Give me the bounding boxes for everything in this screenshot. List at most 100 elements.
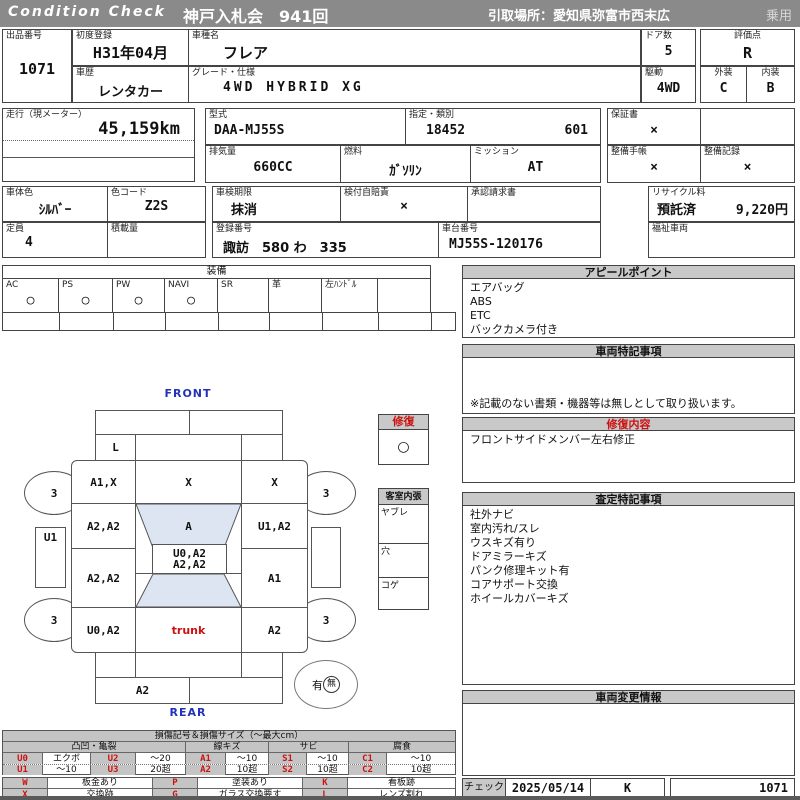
auction-title: 神戸入札会 941回 (183, 7, 329, 26)
vehicle-notes-box: ※記載のない書類・機器等は無しとして取り扱います。 (462, 357, 795, 414)
legend-group-row: 凸凹・亀裂 線キズ サビ 腐食 (3, 742, 455, 753)
appeal-item: ABS (470, 295, 492, 308)
legend-row-1: U0 エクボ U2 ～20 A1 ～10 S1 ～10 C1 ～10 (3, 753, 455, 764)
field-maintenance-book: 整備手帳 × (607, 145, 701, 183)
field-chassis-number: 車台番号 MJ55S-120176 (438, 222, 601, 258)
check-inspector: K (623, 780, 632, 795)
repair-details-box: フロントサイドメンバー左右修正 (462, 430, 795, 483)
assessment-item: ホイールカバーキズ (470, 592, 569, 605)
quarter-left: U0,A2 (71, 607, 136, 653)
field-liability-insurance: 検付自賠責 × (340, 186, 468, 222)
field-approval-request: 承認請求書 (467, 186, 601, 222)
legend-row-2: U1 ～10 U3 20超 A2 10超 S2 10超 C2 10超 (3, 764, 455, 775)
check-box: 2025/05/14 K (505, 778, 665, 797)
equipment-ac: AC ○ (2, 278, 59, 313)
repair-box-value: ○ (378, 429, 429, 465)
field-grade: グレード・仕様 4WD HYBRID XG (188, 66, 641, 103)
change-info-header: 車両変更情報 (462, 690, 795, 704)
cowl-left: L (95, 434, 136, 461)
field-registration-number: 登録番号 諏訪 580 わ 335 (212, 222, 439, 258)
field-color-code: 色コード Z2S (107, 186, 206, 222)
auction-condition-sheet: Condition Check 神戸入札会 941回 引取場所：愛知県弥富市西末… (0, 0, 800, 800)
field-model-code: 型式 DAA-MJ55S (205, 108, 406, 145)
windshield-area: A (135, 503, 242, 549)
field-maintenance-record: 整備記録 × (700, 145, 795, 183)
field-welfare-vehicle: 福祉車両 (648, 222, 795, 258)
assessment-item: 社外ナビ (470, 508, 514, 521)
equipment-ps: PS ○ (58, 278, 113, 313)
windshield-code: A (185, 519, 192, 533)
legend-group-scratch: 線キズ (186, 742, 269, 752)
vehicle-notes-disclaimer: ※記載のない書類・機器等は無しとして取り扱います。 (470, 397, 742, 410)
spare-has-label: 有 (312, 678, 323, 692)
field-history: 車歴 レンタカー (72, 66, 189, 103)
rear-glass-area (135, 573, 242, 608)
legend-group-corrosion: 腐食 (349, 742, 455, 752)
field-lot-number: 出品番号 1071 (2, 29, 72, 103)
equipment-sr: SR (217, 278, 269, 313)
hood: X (135, 460, 242, 504)
repair-details-header: 修復内容 (462, 417, 795, 431)
assessment-notes-header: 査定特記事項 (462, 492, 795, 506)
assessment-item: ウスキズ有り (470, 536, 536, 549)
assessment-item: ドアミラーキズ (470, 550, 547, 563)
assessment-item: パンク修理キット有 (470, 564, 570, 577)
legend-title: 損傷記号＆損傷サイズ（～最大cm） (3, 731, 455, 742)
repair-detail-item: フロントサイドメンバー左右修正 (470, 433, 635, 446)
rear-bumper-corner-right (241, 652, 283, 678)
equipment-left-handle: 左ﾊﾝﾄﾞﾙ (321, 278, 378, 313)
trunk: trunk (135, 607, 242, 653)
fender-front-left: A1,X (71, 460, 136, 504)
change-info-box (462, 703, 795, 776)
appeal-item: バックカメラ付き (470, 323, 558, 336)
rear-bumper-corner-left (95, 652, 136, 678)
bottom-border-bar (0, 796, 800, 800)
field-doors: ドア数 5 (641, 29, 696, 66)
assessment-notes-box: 社外ナビ 室内汚れ/スレ ウスキズ有り ドアミラーキズ パンク修理キット有 コア… (462, 505, 795, 685)
title-bar: Condition Check 神戸入札会 941回 引取場所：愛知県弥富市西末… (0, 0, 800, 27)
door-front-right: U1,A2 (241, 503, 308, 549)
field-warranty: 保証書 × (607, 108, 701, 145)
equipment-empty-row (2, 312, 456, 331)
side-step-left: U1 (35, 527, 66, 588)
cabin-row-tear: ヤブレ (378, 504, 429, 544)
legend-group-rust: サビ (269, 742, 349, 752)
field-score: 評価点 R (700, 29, 795, 66)
door-front-left: A2,A2 (71, 503, 136, 549)
cabin-row-hole: 穴 (378, 543, 429, 578)
brand-logo: Condition Check (8, 4, 166, 20)
check-date: 2025/05/14 (506, 779, 591, 796)
field-exterior-grade: 外装 C (700, 66, 747, 103)
quarter-right: A2 (241, 607, 308, 653)
damage-legend-table: 損傷記号＆損傷サイズ（～最大cm） 凸凹・亀裂 線キズ サビ 腐食 U0 エクボ… (2, 730, 456, 775)
equipment-navi: NAVI ○ (164, 278, 218, 313)
repair-box-header: 修復 (378, 414, 429, 430)
cabin-row-burn: コゲ (378, 577, 429, 610)
front-bumper (95, 410, 283, 435)
assessment-item: コアサポート交換 (470, 578, 558, 591)
field-displacement: 排気量 660CC (205, 145, 341, 183)
mileage-divider-solid (3, 157, 194, 158)
field-fuel: 燃料 ｶﾞｿﾘﾝ (340, 145, 471, 183)
check-label: チェック (462, 778, 506, 797)
appeal-item: エアバッグ (470, 281, 525, 294)
diagram-rear-label: REAR (169, 706, 207, 719)
appeal-item: ETC (470, 309, 491, 322)
side-step-right (311, 527, 341, 588)
field-transmission: ミッション AT (470, 145, 601, 183)
field-capacity: 定員 4 (2, 222, 108, 258)
appeal-box: エアバッグ ABS ETC バックカメラ付き (462, 278, 795, 338)
equipment-header: 装備 (2, 265, 431, 279)
pickup-location: 引取場所：愛知県弥富市西末広 (488, 9, 671, 24)
legend-row-3: W 板金あり P 塗装あり K 看板跡 (3, 778, 455, 789)
rear-bumper-code: A2 (135, 684, 150, 697)
vehicle-class: 乗用 (765, 9, 792, 24)
field-interior-grade: 内装 B (746, 66, 795, 103)
diagram-front-label: FRONT (164, 387, 212, 400)
assessment-item: 室内汚れ/スレ (470, 522, 540, 535)
equipment-leather: 革 (268, 278, 322, 313)
spare-none-label: 無 (323, 676, 340, 693)
mileage-divider-dotted (3, 140, 194, 141)
check-lot-number: 1071 (670, 778, 795, 797)
field-model-name: 車種名 フレア (188, 29, 641, 66)
